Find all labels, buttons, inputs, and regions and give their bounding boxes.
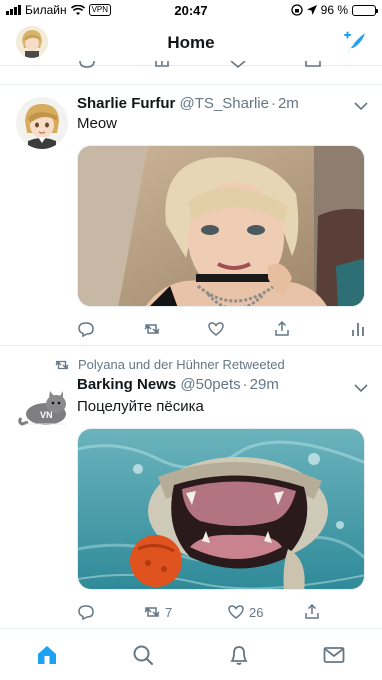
retweet-small-icon [55,360,69,369]
avatar[interactable] [16,97,68,149]
tweet-photo[interactable] [77,428,365,590]
home-icon [38,646,56,664]
previous-tweet-actions [76,60,366,72]
user-handle[interactable]: @TS_Sharlie [180,95,269,112]
tweet-actions: 7 26 [77,602,365,622]
tweet-time[interactable]: 2m [278,95,299,112]
retweeted-by-label: Polyana und der Hühner Retweeted [78,357,285,372]
analytics-icon [352,323,364,336]
tweet-photo[interactable] [77,145,365,307]
bottom-tab-bar [0,628,382,680]
tab-home[interactable] [35,643,59,667]
like-count: 26 [249,604,264,620]
divider [0,345,382,346]
analytics-button[interactable] [349,319,367,339]
location-icon [306,5,317,15]
tweet-header: Barking News @50pets · 29m [77,376,352,393]
display-name[interactable]: Barking News [77,376,176,393]
user-handle[interactable]: @50pets [180,376,240,393]
chevron-down-icon[interactable] [354,101,368,111]
avatar[interactable]: VN [16,378,68,430]
bell-icon [230,646,248,665]
tab-notifications[interactable] [227,643,251,667]
compose-tweet-button[interactable] [340,29,368,57]
reply-icon [78,605,94,621]
page-title: Home [167,33,215,52]
reply-button[interactable] [77,602,99,622]
tweet-time[interactable]: 29m [250,376,279,393]
retweet-button[interactable]: 7 [143,602,172,622]
display-name[interactable]: Sharlie Furfur [77,95,175,112]
mail-icon [323,647,345,663]
svg-text:VN: VN [40,410,53,420]
tab-search[interactable] [131,643,155,667]
retweet-count: 7 [165,604,173,620]
chevron-down-icon[interactable] [354,383,368,393]
retweet-icon [144,324,160,334]
heart-icon [228,605,244,619]
retweeted-by[interactable]: Polyana und der Hühner Retweeted [54,357,285,372]
heart-icon [208,322,224,336]
battery-percent: 96 % [320,3,348,17]
compose-feather-icon [344,31,365,54]
share-icon [275,320,289,336]
like-button[interactable] [207,319,229,339]
separator-dot: · [242,376,248,393]
like-button[interactable]: 26 [227,602,263,622]
separator-dot: · [270,95,276,112]
tweet-header: Sharlie Furfur @TS_Sharlie · 2m [77,95,352,112]
tweet-text: Поцелуйте пёсика [77,398,204,415]
tab-messages[interactable] [322,643,346,667]
share-icon [305,603,319,619]
divider [0,84,382,85]
reply-button[interactable] [77,319,99,339]
tweet-actions [77,319,365,339]
retweet-button[interactable] [143,319,165,339]
tweet-text: Meow [77,115,118,132]
share-button[interactable] [273,319,295,339]
retweet-icon [144,607,160,617]
reply-icon [78,322,94,338]
search-icon [133,645,153,665]
orientation-lock-icon [290,4,303,16]
share-button[interactable] [303,602,325,622]
battery-icon [352,4,378,16]
status-bar: Билайн VPN 20:47 96 % [0,0,382,20]
